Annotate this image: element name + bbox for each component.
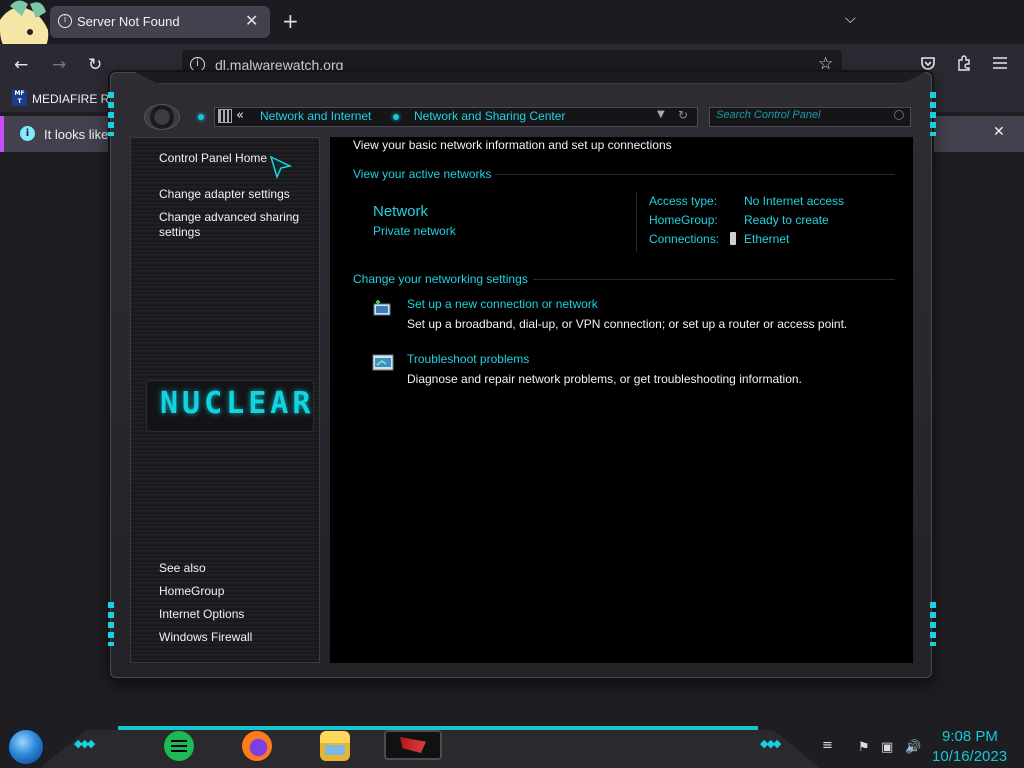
notification-info-icon: i (20, 126, 35, 141)
window-decor-right-top (930, 92, 936, 136)
access-type-value: No Internet access (744, 194, 845, 208)
breadcrumb-sharing-center[interactable]: Network and Sharing Center (414, 109, 565, 123)
taskbar-decor-chevrons: ◆◆◆ (74, 737, 95, 750)
sidebar-change-adapter[interactable]: Change adapter settings (159, 187, 290, 202)
setup-connection-link[interactable]: Set up a new connection or network (407, 297, 598, 311)
window-decor-right-bottom (930, 602, 936, 646)
change-settings-label: Change your networking settings (353, 272, 528, 286)
sidebar-change-advanced-sharing[interactable]: Change advanced sharing settings (159, 210, 309, 240)
start-button[interactable] (8, 729, 44, 765)
breadcrumb-separator-icon (393, 114, 399, 120)
connections-label: Connections: (649, 232, 720, 246)
window-decor-left-top (108, 92, 114, 136)
bookmark-mediafire[interactable]: MEDIAFIRE RO (32, 92, 119, 106)
firefox-icon[interactable] (242, 731, 272, 761)
new-tab-button[interactable]: + (282, 9, 299, 33)
show-hidden-icons-icon[interactable]: ≡ (822, 738, 833, 753)
action-center-flag-icon[interactable]: ⚑ (858, 740, 870, 755)
status-dot-icon (198, 114, 204, 120)
troubleshoot-link[interactable]: Troubleshoot problems (407, 352, 529, 366)
reload-icon[interactable]: ↻ (88, 55, 102, 75)
refresh-icon[interactable]: ↻ (678, 108, 688, 122)
volume-icon[interactable]: 🔊 (905, 740, 921, 755)
page-title: View your basic network information and … (353, 138, 672, 152)
star-bookmark-icon[interactable]: ☆ (818, 54, 833, 74)
access-type-label: Access type: (649, 194, 718, 208)
divider (636, 192, 637, 252)
homegroup-label: HomeGroup: (649, 213, 718, 227)
active-networks-label: View your active networks (353, 167, 492, 181)
info-icon: i (58, 14, 72, 28)
search-input[interactable]: Search Control Panel (716, 109, 821, 121)
spotify-icon[interactable] (164, 731, 194, 761)
see-also-heading: See also (159, 561, 206, 575)
chevron-down-icon[interactable]: ▼ (657, 109, 665, 120)
nuclear-logo-text: NUCLEAR (160, 386, 315, 421)
sidebar-internet-options[interactable]: Internet Options (159, 607, 244, 622)
divider (533, 279, 895, 280)
extensions-icon[interactable] (956, 55, 972, 71)
cursor-arrow-icon (269, 155, 293, 180)
clock-date[interactable]: 10/16/2023 (932, 748, 1007, 765)
network-icon[interactable]: ▣ (881, 740, 893, 755)
sidebar-homegroup[interactable]: HomeGroup (159, 584, 224, 599)
control-panel-icon (218, 109, 232, 123)
sidebar-windows-firewall[interactable]: Windows Firewall (159, 630, 252, 645)
menu-icon[interactable] (993, 57, 1007, 69)
troubleshoot-icon (372, 354, 394, 371)
back-forward-orb-icon[interactable] (144, 104, 180, 130)
setup-connection-desc: Set up a broadband, dial-up, or VPN conn… (407, 317, 848, 331)
ethernet-link[interactable]: Ethernet (744, 232, 789, 246)
mediafire-icon: MF T (12, 90, 27, 106)
clock-time[interactable]: 9:08 PM (942, 728, 998, 745)
homegroup-value-link[interactable]: Ready to create (744, 213, 829, 227)
pocket-icon[interactable] (920, 56, 936, 71)
breadcrumb-overflow[interactable]: « (236, 108, 244, 123)
url-text[interactable]: dl.malwarewatch.org (215, 57, 343, 73)
window-title-strip[interactable] (135, 72, 925, 84)
window-decor-left-bottom (108, 602, 114, 646)
divider (495, 174, 895, 175)
site-info-icon[interactable]: i (190, 57, 205, 72)
network-type-link[interactable]: Private network (373, 224, 456, 238)
back-arrow-icon[interactable]: ← (14, 55, 28, 75)
taskbar-decor-chevrons: ◆◆◆ (760, 737, 781, 750)
search-icon[interactable] (894, 110, 904, 120)
breadcrumb-network-internet[interactable]: Network and Internet (260, 109, 371, 123)
tab-close-button[interactable]: ✕ (245, 11, 258, 30)
chevron-down-icon[interactable]: ⌵ (845, 11, 856, 27)
spotify-waves (171, 740, 187, 742)
new-connection-icon (373, 300, 391, 316)
tab-title[interactable]: Server Not Found (77, 14, 180, 29)
ethernet-icon (730, 232, 736, 245)
notification-close-button[interactable]: ✕ (993, 124, 1005, 140)
sidebar-control-panel-home[interactable]: Control Panel Home (159, 151, 267, 166)
network-name: Network (373, 203, 429, 220)
forward-arrow-icon[interactable]: → (52, 55, 66, 75)
file-explorer-window (325, 745, 345, 755)
troubleshoot-desc: Diagnose and repair network problems, or… (407, 372, 802, 386)
